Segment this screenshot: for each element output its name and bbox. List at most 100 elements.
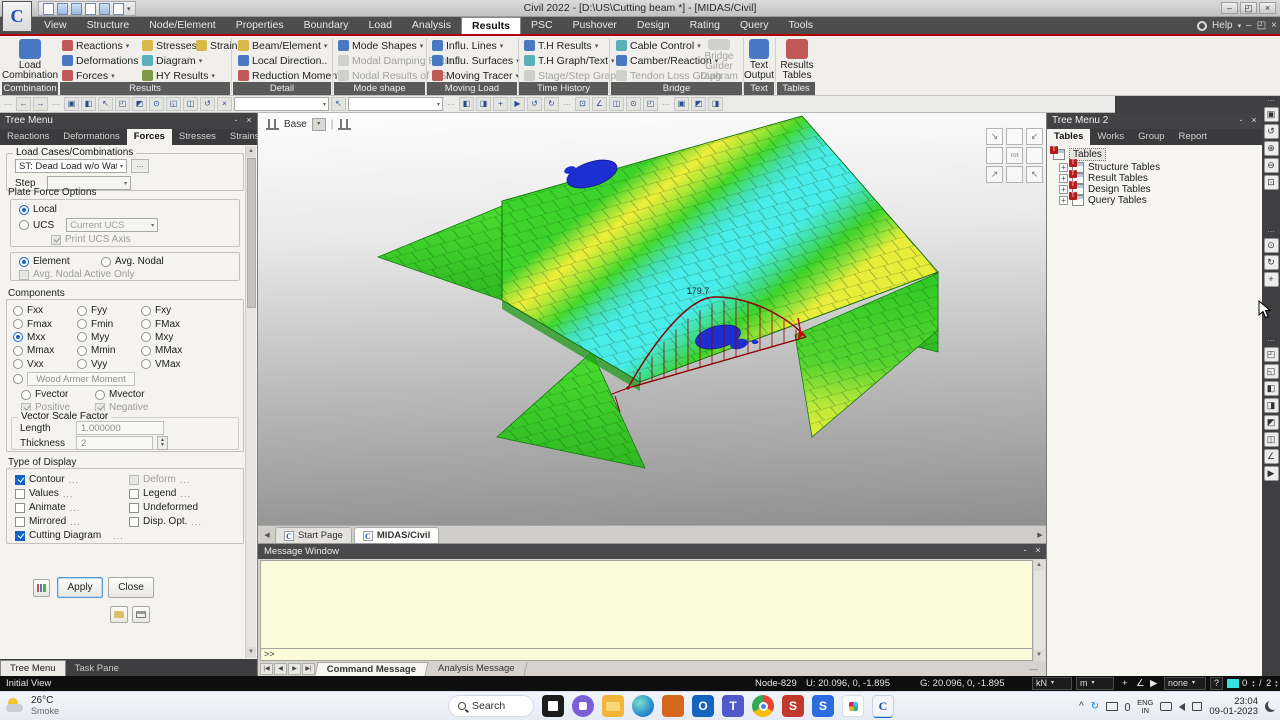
- unselect-button[interactable]: ×: [217, 97, 232, 111]
- deformations-button[interactable]: Deformations▾: [62, 54, 145, 67]
- activate-all-button[interactable]: ▶: [510, 97, 525, 111]
- zoom-out-button[interactable]: ⊖: [1263, 158, 1279, 173]
- tray-expand-icon[interactable]: ^: [1079, 701, 1084, 712]
- night-light-icon[interactable]: [1265, 701, 1276, 712]
- chrome-icon[interactable]: [752, 695, 774, 717]
- stresses-button[interactable]: Stresses▾: [142, 39, 203, 52]
- forces-button[interactable]: Forces ▾: [62, 69, 115, 82]
- pin-icon[interactable]: -: [1236, 116, 1246, 126]
- open-file-icon[interactable]: [57, 2, 68, 15]
- element-radio[interactable]: [19, 256, 29, 267]
- select-circle-button[interactable]: ⊙: [149, 97, 164, 111]
- query-node-button[interactable]: ▣: [674, 97, 689, 111]
- help-mode-button[interactable]: ?: [1210, 677, 1223, 690]
- expand-icon[interactable]: +: [1059, 196, 1068, 205]
- task-view-button[interactable]: [542, 695, 564, 717]
- clock[interactable]: 23:04 09-01-2023: [1209, 696, 1258, 717]
- menu-rating[interactable]: Rating: [680, 17, 730, 34]
- menu-structure[interactable]: Structure: [77, 17, 140, 34]
- tab-task-pane[interactable]: Task Pane: [66, 661, 128, 676]
- display-element-button[interactable]: ◰: [643, 97, 658, 111]
- contour-color-swatch[interactable]: [1227, 679, 1239, 688]
- zoom-previous-button[interactable]: ↺: [1263, 124, 1279, 139]
- menu-results[interactable]: Results: [461, 17, 521, 34]
- undo-button[interactable]: ←: [16, 97, 31, 111]
- activate-identity-button[interactable]: +: [493, 97, 508, 111]
- shrink-button[interactable]: ⊡: [575, 97, 590, 111]
- zoom-in-button[interactable]: ⊕: [1263, 141, 1279, 156]
- redraw-button[interactable]: ↻: [544, 97, 559, 111]
- scroll-thumb[interactable]: [247, 158, 256, 308]
- step-spinner[interactable]: ▲ ▼: [1249, 678, 1258, 689]
- local-option[interactable]: Local: [19, 204, 57, 215]
- menu-load[interactable]: Load: [359, 17, 402, 34]
- minimize-button[interactable]: –: [1221, 2, 1238, 14]
- close-icon[interactable]: ×: [1249, 116, 1259, 126]
- message-output-area[interactable]: [260, 560, 1033, 649]
- undeformed-option[interactable]: Undeformed: [129, 502, 198, 513]
- tab-group[interactable]: Group: [1131, 129, 1171, 145]
- avg-nodal-radio[interactable]: [101, 256, 111, 267]
- top-view-button[interactable]: ◧: [1263, 381, 1279, 396]
- mdi-minimize-icon[interactable]: –: [1246, 20, 1252, 31]
- influence-surfaces-button[interactable]: Influ. Surfaces▾: [432, 54, 520, 67]
- help-caret-icon[interactable]: ▾: [1238, 22, 1242, 30]
- select-tree-button[interactable]: ◧: [81, 97, 96, 111]
- last-tab-icon[interactable]: ▶|: [302, 662, 315, 675]
- select-single-button[interactable]: ↖: [98, 97, 113, 111]
- reactions-button[interactable]: Reactions ▾: [62, 39, 129, 52]
- language-indicator[interactable]: ENG IN: [1137, 698, 1153, 715]
- select-window-button[interactable]: ▣: [64, 97, 79, 111]
- volume-icon[interactable]: [1179, 702, 1186, 711]
- new-window-button[interactable]: ▶: [1263, 466, 1279, 481]
- mode-shapes-button[interactable]: Mode Shapes ▾: [338, 39, 423, 52]
- close-button[interactable]: ×: [1259, 2, 1276, 14]
- sync-icon[interactable]: ↻: [1091, 701, 1099, 712]
- avg-nodal-option[interactable]: Avg. Nodal: [101, 256, 164, 267]
- comp-fmin[interactable]: Fmin: [77, 317, 141, 330]
- tab-deformations[interactable]: Deformations: [56, 129, 127, 145]
- next-tab-icon[interactable]: ▶: [288, 662, 301, 675]
- file-explorer-icon[interactable]: [602, 695, 624, 717]
- search-box[interactable]: Search: [448, 695, 534, 717]
- tab-reactions[interactable]: Reactions: [0, 129, 56, 145]
- menu-query[interactable]: Query: [730, 17, 779, 34]
- hy-results-button[interactable]: HY Results ▾: [142, 69, 215, 82]
- mdi-restore-icon[interactable]: ◰: [1257, 20, 1266, 31]
- comp-fxx[interactable]: Fxx: [13, 304, 77, 317]
- tab-analysis-message[interactable]: Analysis Message: [426, 661, 528, 676]
- print-result-button[interactable]: [132, 606, 150, 623]
- iso-view-button[interactable]: ◰: [1263, 347, 1279, 362]
- stage-mode-combo[interactable]: none ▾: [1164, 677, 1206, 690]
- wood-armer-radio[interactable]: [13, 374, 23, 384]
- ghost-pan-bottomleft-icon[interactable]: ↗: [986, 166, 1003, 183]
- named-selection-combo[interactable]: ▾: [348, 97, 443, 111]
- deactivate-button[interactable]: ◨: [476, 97, 491, 111]
- menu-boundary[interactable]: Boundary: [294, 17, 359, 34]
- snap-point-icon[interactable]: +: [1122, 676, 1128, 691]
- ucs-radio[interactable]: [19, 220, 29, 230]
- menu-node-element[interactable]: Node/Element: [139, 17, 226, 34]
- close-icon[interactable]: ×: [244, 116, 254, 126]
- unlock-model-button[interactable]: ◨: [708, 97, 723, 111]
- render-view-button[interactable]: ◫: [609, 97, 624, 111]
- cast-icon[interactable]: [1160, 702, 1173, 711]
- tab-command-message[interactable]: Command Message: [314, 661, 429, 676]
- save-result-button[interactable]: [110, 606, 128, 623]
- active-previous-button[interactable]: ↺: [527, 97, 542, 111]
- redo-button[interactable]: →: [33, 97, 48, 111]
- local-direction-button[interactable]: Local Direction..: [238, 54, 327, 67]
- select-polygon-button[interactable]: ◰: [115, 97, 130, 111]
- prev-tab-icon[interactable]: ◀: [274, 662, 287, 675]
- menu-psc[interactable]: PSC: [521, 17, 563, 34]
- qat-customize-icon[interactable]: ▾: [127, 5, 131, 13]
- mvector-option[interactable]: Mvector: [95, 389, 145, 400]
- comp-fyy[interactable]: Fyy: [77, 304, 141, 317]
- comp-vxx[interactable]: Vxx: [13, 358, 77, 371]
- model-viewport[interactable]: 179.7 Base ▾ | ↘ ↙ rot ↗ ↖: [258, 113, 1046, 525]
- tree-item-query-tables[interactable]: + T Query Tables: [1059, 192, 1147, 206]
- fvector-option[interactable]: Fvector: [21, 389, 68, 400]
- reduction-moment-button[interactable]: Reduction Moment: [238, 69, 340, 82]
- microphone-icon[interactable]: [1125, 702, 1131, 711]
- expand-icon[interactable]: +: [1059, 185, 1068, 194]
